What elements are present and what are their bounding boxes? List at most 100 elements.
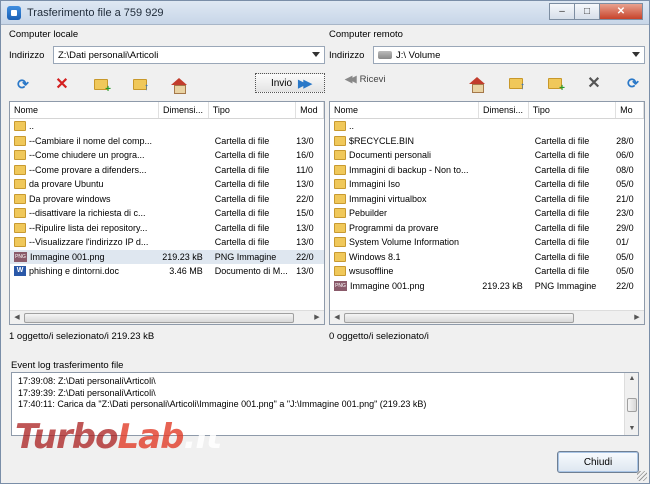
- column-header-name[interactable]: Nome: [10, 102, 159, 118]
- chevron-down-icon: [312, 52, 320, 57]
- folder-icon: [14, 150, 26, 161]
- scroll-right-icon[interactable]: ▶: [310, 311, 324, 324]
- remote-horizontal-scrollbar[interactable]: ◀ ▶: [330, 310, 644, 324]
- file-modified: 22/0: [296, 251, 314, 262]
- file-type: Cartella di file: [214, 208, 270, 218]
- maximize-button[interactable]: □: [574, 3, 600, 20]
- file-row[interactable]: ..: [10, 119, 324, 134]
- column-header-type[interactable]: Tipo: [209, 102, 297, 118]
- folder-icon: [334, 135, 346, 146]
- file-name: --disattivare la richiesta di c...: [29, 208, 146, 218]
- file-row[interactable]: --Come chiudere un progra... Cartella di …: [10, 148, 324, 163]
- file-modified: 15/0: [296, 208, 314, 218]
- file-row[interactable]: ..: [330, 119, 644, 134]
- file-name: Da provare windows: [29, 193, 111, 204]
- file-type: Cartella di file: [534, 208, 590, 218]
- remote-address-dropdown[interactable]: J:\ Volume: [373, 46, 645, 64]
- file-row[interactable]: --Ripulire lista dei repository... Cartel…: [10, 221, 324, 236]
- file-name-cell: --Ripulire lista dei repository...: [10, 221, 159, 236]
- scroll-left-icon[interactable]: ◀: [330, 311, 344, 324]
- scroll-thumb[interactable]: [627, 398, 637, 412]
- file-name-cell: ..: [330, 119, 479, 134]
- refresh-icon[interactable]: ⟳: [15, 76, 31, 92]
- new-folder-icon[interactable]: [93, 76, 111, 95]
- file-size: [479, 134, 529, 149]
- file-size: [479, 148, 529, 163]
- scroll-thumb[interactable]: [344, 313, 574, 323]
- scroll-right-icon[interactable]: ▶: [630, 311, 644, 324]
- receive-arrow-icon: ◀◀: [345, 74, 357, 85]
- file-name: Immagine 001.png: [30, 251, 105, 262]
- file-row[interactable]: PNG Immagine 001.png 219.23 kB PNG Immagine…: [330, 279, 644, 294]
- refresh-icon[interactable]: ⟳: [625, 75, 641, 91]
- delete-icon[interactable]: ✕: [54, 76, 70, 93]
- file-modified: 16/0: [296, 150, 314, 160]
- file-name-cell: Da provare windows: [10, 192, 159, 207]
- file-row[interactable]: Pebuilder Cartella di file 23/0: [330, 206, 644, 221]
- remote-list-header: Nome Dimensi... Tipo Mo: [330, 102, 644, 119]
- new-folder-icon[interactable]: [547, 75, 565, 94]
- file-size: [159, 163, 209, 178]
- file-row[interactable]: Immagini virtualbox Cartella di file 21/0: [330, 192, 644, 207]
- file-row[interactable]: da provare Ubuntu Cartella di file 13/0: [10, 177, 324, 192]
- file-type: Cartella di file: [214, 193, 270, 204]
- delete-icon[interactable]: ✕: [586, 75, 602, 92]
- remote-pane: Computer remoto Indirizzo J:\ Volume ◀◀ …: [329, 27, 645, 342]
- file-name-cell: Programmi da provare: [330, 221, 479, 236]
- file-row[interactable]: --Visualizzare l'indirizzo IP d... Cartel…: [10, 235, 324, 250]
- remote-address-value: J:\ Volume: [396, 49, 441, 61]
- column-header-name[interactable]: Nome: [330, 102, 479, 118]
- file-row[interactable]: PNG Immagine 001.png 219.23 kB PNG Immagine…: [10, 249, 324, 264]
- column-header-modified[interactable]: Mo: [616, 102, 644, 118]
- scroll-down-icon[interactable]: ▼: [625, 423, 639, 435]
- close-button[interactable]: Chiudi: [557, 451, 639, 473]
- folder-icon: [14, 222, 26, 233]
- file-row[interactable]: Documenti personali Cartella di file 06/0: [330, 148, 644, 163]
- file-row[interactable]: --Cambiare il nome del comp... Cartella d…: [10, 134, 324, 149]
- file-row[interactable]: Immagini Iso Cartella di file 05/0: [330, 177, 644, 192]
- file-row[interactable]: --disattivare la richiesta di c... Cartel…: [10, 206, 324, 221]
- log-vertical-scrollbar[interactable]: ▲ ▼: [624, 373, 638, 435]
- column-header-type[interactable]: Tipo: [529, 102, 617, 118]
- file-row[interactable]: Wphishing e dintorni.doc 3.46 MB Documento…: [10, 264, 324, 279]
- home-icon[interactable]: [171, 76, 187, 94]
- file-row[interactable]: Windows 8.1 Cartella di file 05/0: [330, 250, 644, 265]
- file-name: ..: [349, 121, 355, 131]
- remote-file-list[interactable]: Nome Dimensi... Tipo Mo .. $RECYCLE.BIN Ca…: [329, 101, 645, 325]
- scroll-thumb[interactable]: [24, 313, 294, 323]
- column-header-modified[interactable]: Mod: [296, 102, 324, 118]
- title-bar[interactable]: Trasferimento file a 759 929 – □ ✕: [1, 1, 649, 25]
- column-header-size[interactable]: Dimensi...: [479, 102, 529, 118]
- file-row[interactable]: wsusoffline Cartella di file 05/0: [330, 264, 644, 279]
- file-type: [209, 119, 296, 134]
- remote-status: 0 oggetto/i selezionato/i: [329, 331, 429, 342]
- close-window-button[interactable]: ✕: [599, 3, 643, 20]
- file-name: da provare Ubuntu: [29, 179, 104, 189]
- home-icon[interactable]: [469, 75, 485, 93]
- local-address-dropdown[interactable]: Z:\Dati personali\Articoli: [53, 46, 325, 64]
- column-header-size[interactable]: Dimensi...: [159, 102, 209, 118]
- send-button[interactable]: Invio ▶▶: [255, 73, 325, 93]
- file-type: Cartella di file: [214, 222, 270, 233]
- receive-button[interactable]: ◀◀ Ricevi: [345, 74, 386, 85]
- folder-icon: [14, 121, 26, 132]
- file-type: Cartella di file: [214, 135, 270, 146]
- file-row[interactable]: Immagini di backup - Non to... Cartella d…: [330, 163, 644, 178]
- file-row[interactable]: Da provare windows Cartella di file 22/0: [10, 192, 324, 207]
- parent-folder-icon[interactable]: [508, 75, 525, 92]
- local-file-list[interactable]: Nome Dimensi... Tipo Mod .. --Cambiare il…: [9, 101, 325, 325]
- file-name: Pebuilder: [349, 208, 388, 218]
- file-name-cell: Windows 8.1: [330, 250, 479, 265]
- folder-icon: [14, 208, 26, 219]
- file-row[interactable]: $RECYCLE.BIN Cartella di file 28/0: [330, 134, 644, 149]
- scroll-up-icon[interactable]: ▲: [625, 373, 639, 385]
- file-row[interactable]: Programmi da provare Cartella di file 29/0: [330, 221, 644, 236]
- parent-folder-icon[interactable]: [132, 76, 149, 93]
- resize-grip[interactable]: [637, 471, 647, 481]
- file-row[interactable]: System Volume Information Cartella di fil…: [330, 235, 644, 250]
- scroll-left-icon[interactable]: ◀: [10, 311, 24, 324]
- minimize-button[interactable]: –: [549, 3, 575, 20]
- file-row[interactable]: --Come provare a difenders... Cartella di…: [10, 163, 324, 178]
- local-horizontal-scrollbar[interactable]: ◀ ▶: [10, 310, 324, 324]
- file-modified: 11/0: [296, 164, 314, 175]
